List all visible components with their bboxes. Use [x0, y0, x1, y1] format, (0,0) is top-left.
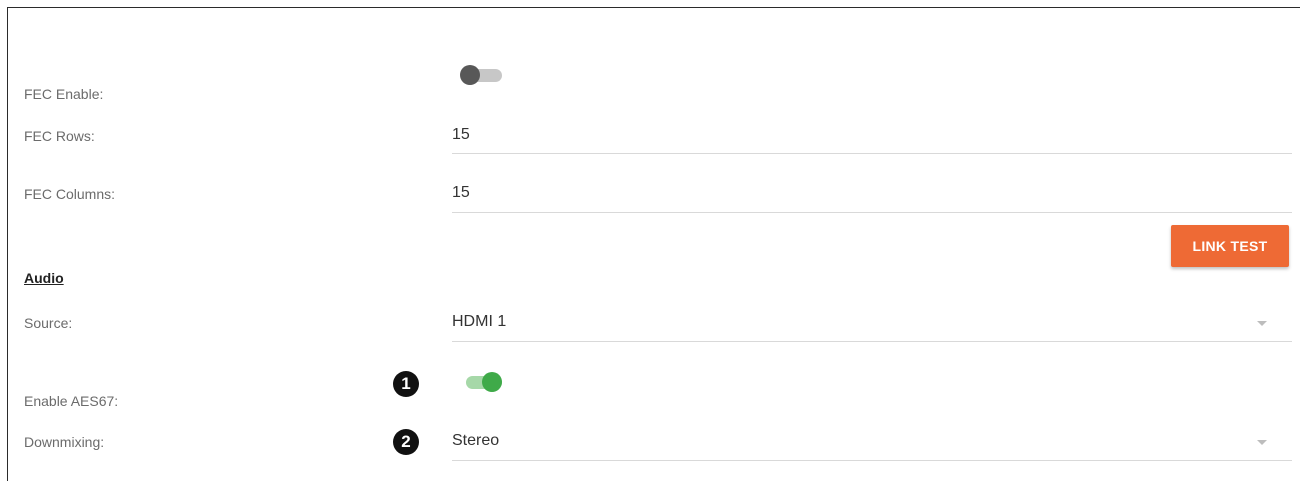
audio-section-title: Audio	[24, 270, 64, 286]
panel-frame	[7, 7, 1300, 481]
toggle-knob	[482, 372, 502, 392]
callout-marker-2: 2	[393, 429, 419, 455]
chevron-down-icon[interactable]	[1257, 321, 1267, 326]
toggle-knob	[460, 65, 480, 85]
source-underline	[452, 341, 1292, 342]
fec-enable-toggle[interactable]	[460, 65, 504, 85]
downmix-select[interactable]: Stereo	[452, 432, 499, 450]
fec-rows-underline	[452, 153, 1292, 154]
downmix-label: Downmixing:	[24, 434, 105, 450]
downmix-underline	[452, 460, 1292, 461]
callout-marker-1: 1	[393, 371, 419, 397]
aes67-toggle[interactable]	[460, 372, 504, 392]
fec-columns-input[interactable]: 15	[452, 184, 470, 202]
fec-rows-label: FEC Rows:	[24, 128, 95, 144]
fec-columns-label: FEC Columns:	[24, 186, 116, 202]
link-test-button[interactable]: LINK TEST	[1171, 225, 1289, 267]
fec-columns-underline	[452, 212, 1292, 213]
chevron-down-icon[interactable]	[1257, 440, 1267, 445]
source-label: Source:	[24, 315, 73, 331]
fec-rows-input[interactable]: 15	[452, 126, 470, 144]
source-select[interactable]: HDMI 1	[452, 313, 506, 331]
aes67-label: Enable AES67:	[24, 393, 119, 409]
fec-enable-label: FEC Enable:	[24, 86, 104, 102]
